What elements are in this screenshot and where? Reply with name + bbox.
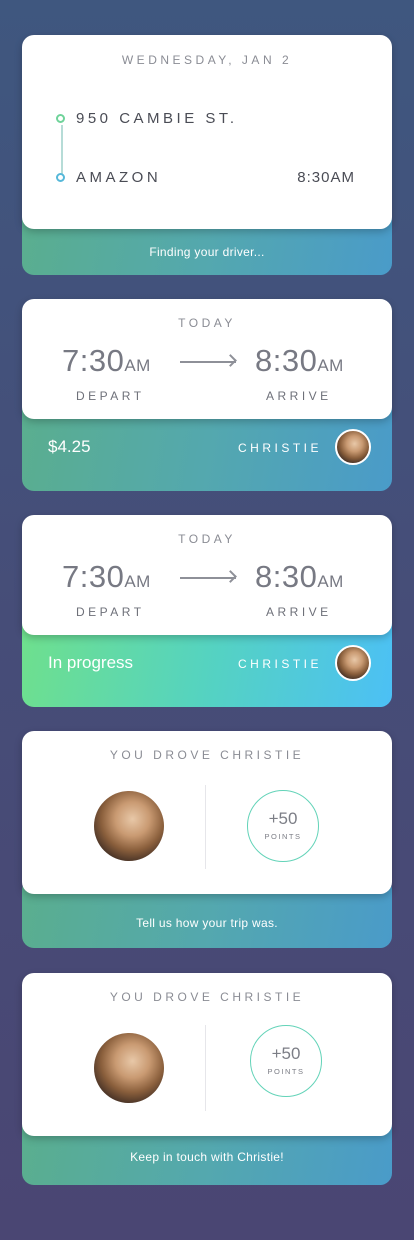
trip-request-card[interactable]: Finding your driver... WEDNESDAY, JAN 2 … [22,35,392,275]
trip-day: TODAY [178,532,236,546]
card-body: TODAY 7:30AM 8:30AM DEPART ARRIVE [22,515,392,635]
depart-label: DEPART [76,389,145,403]
arrival-time: 8:30AM [297,169,355,186]
drove-title: YOU DROVE CHRISTIE [109,990,305,1004]
points-label: POINTS [264,832,302,841]
arrive-label: ARRIVE [266,605,332,619]
depart-time-value: 7:30 [62,343,125,378]
destination-dot-icon [56,173,65,182]
trip-price: $4.25 [48,437,91,456]
trip-date: WEDNESDAY, JAN 2 [121,53,293,67]
card-body: YOU DROVE CHRISTIE +50 POINTS [22,731,392,894]
points-label: POINTS [267,1067,305,1076]
keep-in-touch-prompt[interactable]: Keep in touch with Christie! [22,1150,392,1164]
destination-name: AMAZON [76,169,162,186]
trip-status: In progress [48,653,134,672]
trip-complete-card[interactable]: Keep in touch with Christie! YOU DROVE C… [22,973,392,1185]
rider-avatar[interactable] [94,791,164,861]
depart-time: 7:30AM [62,559,151,595]
arrive-time: 8:30AM [255,559,344,595]
driver-name: CHRISTIE [237,657,322,671]
arrive-ampm: AM [317,572,344,591]
arrive-ampm: AM [317,356,344,375]
origin-address: 950 CAMBIE ST. [76,110,238,127]
arrive-label: ARRIVE [266,389,332,403]
card-body: WEDNESDAY, JAN 2 950 CAMBIE ST. AMAZON 8… [22,35,392,229]
trip-complete-card[interactable]: Tell us how your trip was. YOU DROVE CHR… [22,731,392,948]
points-value: +50 [268,809,298,828]
trip-day: TODAY [178,316,236,330]
card-body: YOU DROVE CHRISTIE +50 POINTS [22,973,392,1136]
route-line [61,125,63,175]
depart-time: 7:30AM [62,343,151,379]
origin-stop: 950 CAMBIE ST. [56,110,238,127]
in-progress-trip-card[interactable]: In progress CHRISTIE TODAY 7:30AM 8:30AM… [22,515,392,707]
rider-avatar[interactable] [94,1033,164,1103]
arrive-time-value: 8:30 [255,343,318,378]
points-value: +50 [271,1044,301,1063]
arrow-right-icon [180,577,236,579]
origin-dot-icon [56,114,65,123]
destination-stop: AMAZON [56,169,161,186]
scheduled-trip-card[interactable]: $4.25 CHRISTIE TODAY 7:30AM 8:30AM DEPAR… [22,299,392,491]
driver-avatar[interactable] [335,645,371,681]
depart-ampm: AM [124,356,151,375]
depart-time-value: 7:30 [62,559,125,594]
arrive-time: 8:30AM [255,343,344,379]
rate-trip-prompt[interactable]: Tell us how your trip was. [22,916,392,930]
divider [205,1025,206,1111]
depart-label: DEPART [76,605,145,619]
points-badge: +50 POINTS [247,790,319,862]
finding-driver-text: Finding your driver... [149,245,265,259]
driver-avatar[interactable] [335,429,371,465]
arrow-right-icon [180,361,236,363]
arrive-time-value: 8:30 [255,559,318,594]
drove-title: YOU DROVE CHRISTIE [109,748,305,762]
driver-name: CHRISTIE [237,441,322,455]
divider [205,785,206,869]
card-body: TODAY 7:30AM 8:30AM DEPART ARRIVE [22,299,392,419]
points-badge: +50 POINTS [250,1025,322,1097]
depart-ampm: AM [124,572,151,591]
